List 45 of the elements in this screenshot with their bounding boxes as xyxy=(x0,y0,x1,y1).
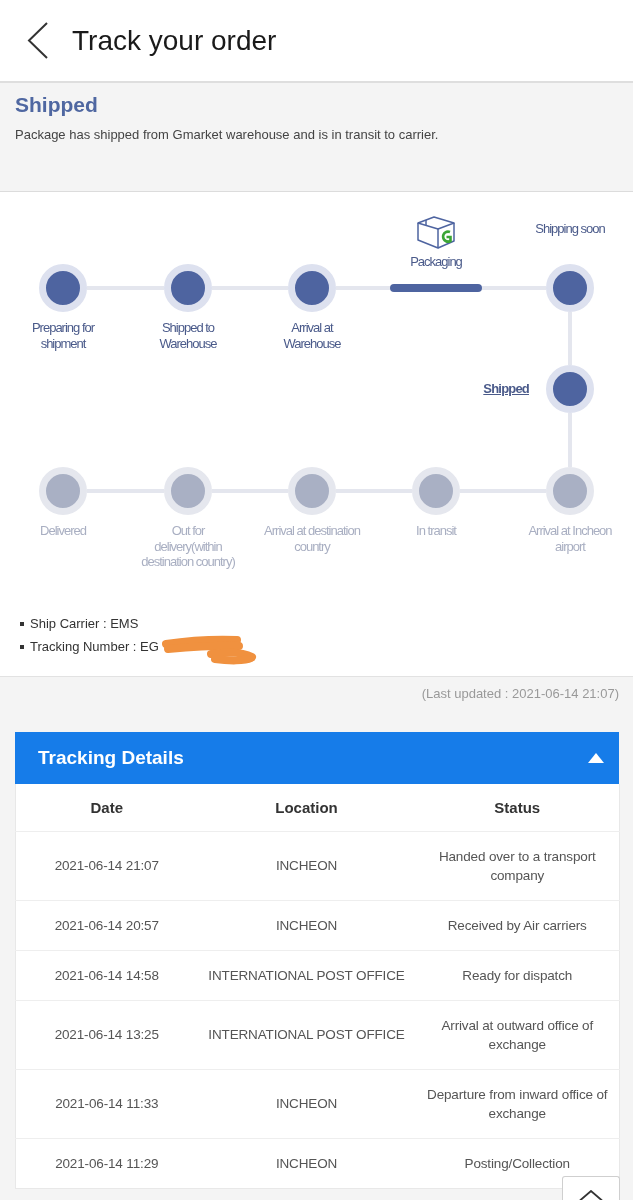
table-cell: INTERNATIONAL POST OFFICE xyxy=(197,1000,416,1069)
column-header: Status xyxy=(415,784,620,831)
bullet-icon xyxy=(20,621,24,626)
status-title: Shipped xyxy=(15,93,99,117)
table-cell: INCHEON xyxy=(197,831,416,900)
last-updated-text: (Last updated : 2021-06-14 21:07) xyxy=(420,685,620,703)
table-cell: Ready for dispatch xyxy=(415,950,620,1000)
table-cell: INCHEON xyxy=(197,900,416,950)
step-label: Shipping soon xyxy=(535,221,605,237)
table-cell: 2021-06-14 14:58 xyxy=(15,950,198,1000)
back-button[interactable] xyxy=(27,22,49,59)
package-box-icon xyxy=(416,215,456,249)
table-cell: Arrival at outward office of exchange xyxy=(415,1000,620,1069)
bullet-icon xyxy=(20,644,24,649)
table-cell: INCHEON xyxy=(197,1069,416,1138)
step-label: Arrival at Incheon airport xyxy=(527,523,613,554)
chevron-up-icon xyxy=(579,1190,603,1200)
column-header: Location xyxy=(197,784,416,831)
shipment-info-text: Tracking Number : EG xyxy=(30,637,159,656)
table-cell: Handed over to a transport company xyxy=(415,831,620,900)
table-cell: 2021-06-14 11:33 xyxy=(15,1069,198,1138)
step-label: In transit xyxy=(416,523,456,539)
step-label: Preparing for shipment xyxy=(30,320,96,351)
step-label: Packaging xyxy=(410,254,462,270)
table-cell: INTERNATIONAL POST OFFICE xyxy=(197,950,416,1000)
status-description: Package has shipped from Gmarket warehouse and is in transit to carrier. xyxy=(15,126,440,144)
table-cell: 2021-06-14 13:25 xyxy=(15,1000,198,1069)
step-label: Shipped to Warehouse xyxy=(158,320,218,351)
step-label: Shipped xyxy=(483,381,529,397)
step-label: Out for delivery(within destination country) xyxy=(140,523,236,570)
table-cell: Received by Air carriers xyxy=(415,900,620,950)
tracking-details-header[interactable]: Tracking Details xyxy=(15,732,619,784)
scroll-top-button[interactable] xyxy=(562,1176,620,1200)
table-cell: Departure from inward office of exchange xyxy=(415,1069,620,1138)
table-cell: 2021-06-14 21:07 xyxy=(15,831,198,900)
page-title: Track your order xyxy=(72,23,277,58)
table-cell: 2021-06-14 11:29 xyxy=(15,1138,198,1188)
column-header: Date xyxy=(15,784,198,831)
table-cell: INCHEON xyxy=(197,1138,416,1188)
step-label: Arrival at destination country xyxy=(263,523,361,554)
step-label: Delivered xyxy=(40,523,86,539)
shipment-info-text: Ship Carrier : EMS xyxy=(30,614,139,633)
table-cell: 2021-06-14 20:57 xyxy=(15,900,198,950)
step-label: Arrival at Warehouse xyxy=(282,320,342,351)
chevron-left-icon xyxy=(27,22,49,59)
